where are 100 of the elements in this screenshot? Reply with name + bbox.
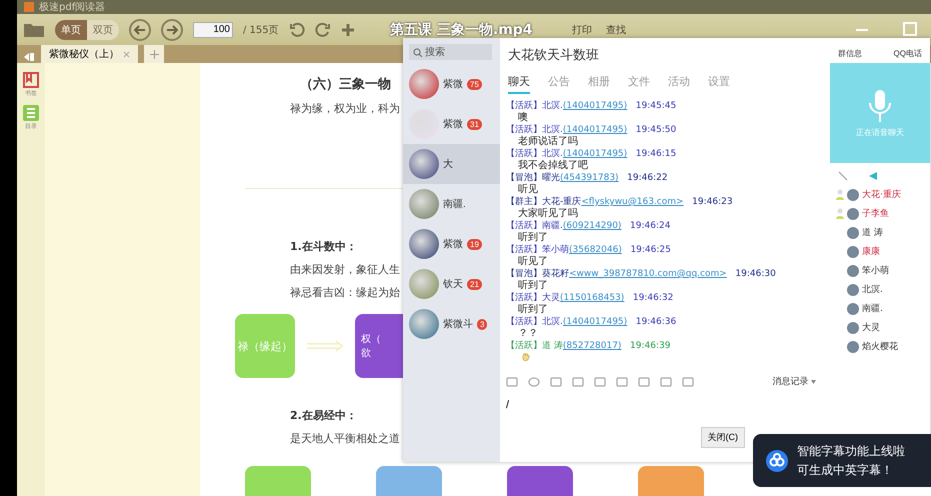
search-icon [413,48,422,56]
message-header: 【活跃】笨小萌(35682046) 19:46:25 [506,244,672,256]
document-tab[interactable]: 紫微秘仪（上） [41,45,138,63]
toolbar-button[interactable]: 查找 [606,22,626,36]
avatar [847,226,859,238]
avatar [409,269,439,299]
microphone-icon [868,88,892,122]
avatar [847,246,859,258]
collapse-icon[interactable] [23,51,35,63]
new-tab-button[interactable] [144,45,164,63]
message-history-button[interactable]: 消息记录 [766,374,822,389]
avatar [409,189,439,219]
voice-status: 正在语音聊天 [856,126,904,138]
group-name: 大花钦天斗数班 [508,47,600,64]
message-header: 【活跃】北溟.(1404017495) 19:45:50 [506,124,678,136]
view-mode-toggle[interactable]: 双页 [87,20,119,40]
cloud-logo-icon [765,448,789,472]
message-text: 我不会掉线了吧 [518,160,589,172]
conversation-item[interactable]: 南疆. [403,184,500,224]
add-icon [150,50,158,58]
message-text: ？？ [518,328,539,340]
body-text: 是天地人平衡相处之道 [290,431,400,446]
speaker-icon[interactable] [868,171,878,181]
side-tab[interactable]: QQ电话 [894,48,922,59]
body-text: 禄忌看吉凶：缘起为始 [290,285,400,300]
forward-button[interactable] [161,18,183,40]
member-name[interactable]: 北溟. [862,283,883,296]
close-icon[interactable] [123,50,130,58]
member-name[interactable]: 焰火樱花 [862,340,898,353]
member-name[interactable]: 大花·重庆 [862,188,901,201]
message-header: 【活跃】大灵(1150168453) 19:46:32 [506,292,674,304]
avatar [409,149,439,179]
member-name[interactable]: 子李鱼 [862,207,889,220]
conversation-item[interactable]: 紫微 75 [403,64,500,104]
message-header: 【群主】大花-重庆<flyskywu@163.com> 19:46:23 [506,196,734,208]
member-name[interactable]: 道 涛 [862,226,883,239]
conversation-item[interactable]: 紫微 31 [403,104,500,144]
app-title: 极速pdf阅读器 [39,0,106,14]
conversation-item[interactable]: 大 [403,144,500,184]
avatar [847,188,859,200]
diagram-box: 禄（缘起） [235,314,295,378]
conversation-item[interactable]: 钦天 21 [403,264,500,304]
avatar [847,208,859,220]
close-button[interactable]: 关闭(C) [700,427,745,448]
page-number-field[interactable]: 100 [193,22,233,38]
message-header: 【活跃】北溟.(1404017495) 19:46:15 [506,148,678,160]
search-field[interactable]: 搜索 [409,44,492,60]
body-text: 禄为缘，权为业，科为 [290,101,400,116]
avatar [847,302,859,314]
left-arrow-icon [134,24,146,34]
avatar [847,322,859,334]
member-name[interactable]: 大灵 [862,321,880,334]
redo-icon[interactable] [314,22,331,38]
message-text: 听到了 [518,304,549,316]
toast-text: 智能字幕功能上线啦 [797,442,905,460]
admin-icon [836,208,844,220]
avatar [409,69,439,99]
view-mode-toggle[interactable]: 单页 [55,20,87,40]
maximize-icon[interactable] [903,22,917,36]
admin-icon [836,188,844,200]
folder-icon[interactable] [23,22,45,38]
message-text: 噢 [518,112,529,124]
message-header: 【冒泡】葵花籽<www_398787810.com@qq.com> 19:46:30 [506,268,777,280]
message-header: 【活跃】南疆.(609214290) 19:46:24 [506,220,672,232]
message-header: 【冒泡】曜光(454391783) 19:46:22 [506,172,669,184]
avatar [847,340,859,352]
avatar [847,264,859,276]
side-tab[interactable]: 群信息 [838,48,862,59]
subheading: 1.在斗数中： [290,239,357,254]
body-text: 由来因发射，象征人生 [290,262,400,277]
message-text: 听见了 [518,256,549,268]
undo-icon[interactable] [288,22,305,38]
message-header: 【活跃】北溟.(1404017495) 19:46:36 [506,316,678,328]
add-icon[interactable] [340,22,355,36]
message-text: 听见 [518,184,539,196]
avatar [409,309,439,339]
member-name[interactable]: 康康 [862,245,880,258]
caret-icon [811,380,816,384]
chat-tab[interactable]: 聊天 [508,74,530,94]
app-icon [23,1,35,13]
video-title: 第五课 三象一物.mp4 [390,21,533,39]
avatar [847,284,859,296]
message-text: 听到了 [518,232,549,244]
message-text: 老师说话了吗 [518,136,579,148]
message-header: 【活跃】北溟.(1404017495) 19:45:45 [506,100,678,112]
toast-text: 可生成中英字幕！ [797,462,894,478]
message-header: 【活跃】道 涛(852728017) 19:46:39 [506,340,672,352]
avatar [409,229,439,259]
page-total: / 155页 [243,24,279,36]
member-name[interactable]: 笨小萌 [862,264,889,277]
section-heading: （六）三象一物 [300,76,391,93]
message-text: 大家听见了吗 [518,208,579,220]
toolbar-button[interactable]: 打印 [572,22,592,36]
subheading: 2.在易经中： [290,408,357,423]
arrow-drawing [307,338,343,354]
right-arrow-icon [166,24,178,34]
conversation-item[interactable]: 紫微 19 [403,224,500,264]
message-text: 听到了 [518,280,549,292]
member-name[interactable]: 南疆. [862,302,883,315]
back-button[interactable] [129,18,151,40]
